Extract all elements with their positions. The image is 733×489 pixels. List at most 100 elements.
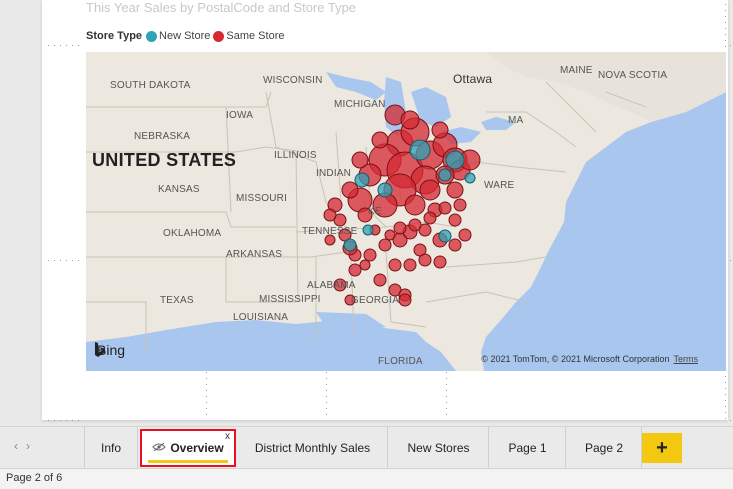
bing-icon bbox=[95, 342, 105, 357]
state-label: OKLAHOMA bbox=[163, 228, 222, 239]
new-store-bubble[interactable] bbox=[362, 224, 374, 236]
state-label: ALABAMA bbox=[307, 280, 356, 291]
tab-label: Page 2 bbox=[584, 441, 624, 455]
tab-new-stores[interactable]: New Stores bbox=[389, 427, 489, 469]
tab-label: New Stores bbox=[407, 441, 470, 455]
state-label: SOUTH DAKOTA bbox=[110, 80, 191, 91]
same-store-bubble[interactable] bbox=[404, 194, 426, 216]
state-label: MISSISSIPPI bbox=[259, 294, 321, 305]
state-label: ILLINOIS bbox=[274, 150, 317, 161]
page-indicator: Page 2 of 6 bbox=[6, 472, 63, 484]
state-label: KANSAS bbox=[158, 184, 200, 195]
next-page-arrow[interactable]: › bbox=[26, 439, 30, 453]
visual-title: This Year Sales by PostalCode and Store … bbox=[86, 0, 357, 15]
state-label: LOUISIANA bbox=[233, 312, 289, 323]
eye-slash-icon bbox=[152, 442, 167, 455]
same-store-bubble[interactable] bbox=[438, 201, 452, 215]
new-store-bubble[interactable] bbox=[354, 172, 370, 188]
legend-item-same-store[interactable]: Same Store bbox=[213, 30, 284, 42]
tab-label: Overview bbox=[170, 441, 224, 455]
bubble-map[interactable]: UNITED STATES SOUTH DAKOTA WISCONSIN MIC… bbox=[86, 52, 726, 371]
map-legend: Store Type New Store Same Store bbox=[86, 30, 287, 42]
same-store-bubble[interactable] bbox=[348, 263, 362, 277]
map-copyright: © 2021 TomTom, © 2021 Microsoft Corporat… bbox=[481, 354, 698, 364]
tab-label: District Monthly Sales bbox=[254, 441, 371, 455]
close-tab-icon[interactable]: x bbox=[225, 431, 230, 442]
state-label: WARE bbox=[484, 180, 515, 191]
state-label: NEBRASKA bbox=[134, 131, 191, 142]
same-store-bubble[interactable] bbox=[341, 181, 359, 199]
same-store-bubble[interactable] bbox=[446, 181, 464, 199]
same-store-bubble[interactable] bbox=[393, 221, 407, 235]
city-label: Ottawa bbox=[453, 72, 493, 86]
terms-link[interactable]: Terms bbox=[674, 354, 699, 364]
same-store-bubble[interactable] bbox=[418, 253, 432, 267]
same-store-bubble[interactable] bbox=[371, 131, 389, 149]
active-tab-underline bbox=[148, 460, 228, 463]
state-label: TEXAS bbox=[160, 295, 194, 306]
tab-label: Page 1 bbox=[508, 441, 547, 455]
state-label: TENNESSE bbox=[302, 226, 358, 237]
same-store-bubble[interactable] bbox=[448, 213, 462, 227]
add-page-button[interactable]: + bbox=[642, 433, 682, 463]
region-label: NOVA SCOTIA bbox=[598, 70, 668, 81]
state-label: MAINE bbox=[560, 65, 593, 76]
new-store-bubble[interactable] bbox=[409, 139, 431, 161]
tab-overview[interactable]: Overview x bbox=[140, 429, 236, 467]
same-store-bubble[interactable] bbox=[431, 121, 449, 139]
state-label: MICHIGAN bbox=[334, 99, 386, 110]
legend-marker bbox=[213, 30, 225, 42]
same-store-bubble[interactable] bbox=[400, 110, 420, 130]
same-store-bubble[interactable] bbox=[359, 259, 371, 271]
same-store-bubble[interactable] bbox=[373, 273, 387, 287]
new-store-bubble[interactable] bbox=[343, 238, 357, 252]
status-bar: Page 2 of 6 bbox=[0, 468, 733, 489]
prev-page-arrow[interactable]: ‹ bbox=[14, 439, 18, 453]
state-label: WISCONSIN bbox=[263, 75, 323, 86]
same-store-bubble[interactable] bbox=[448, 238, 462, 252]
legend-title: Store Type bbox=[86, 30, 143, 42]
state-label: ARKANSAS bbox=[226, 249, 283, 260]
same-store-bubble[interactable] bbox=[384, 229, 396, 241]
legend-label: New Store bbox=[159, 30, 211, 42]
same-store-bubble[interactable] bbox=[403, 258, 417, 272]
report-canvas: This Year Sales by PostalCode and Store … bbox=[0, 0, 733, 426]
new-store-bubble[interactable] bbox=[377, 182, 393, 198]
new-store-bubble[interactable] bbox=[438, 229, 452, 243]
same-store-bubble[interactable] bbox=[433, 255, 447, 269]
same-store-bubble[interactable] bbox=[453, 198, 467, 212]
country-label: UNITED STATES bbox=[92, 150, 237, 170]
same-store-bubble[interactable] bbox=[419, 179, 441, 201]
state-label: KE bbox=[368, 206, 382, 217]
legend-item-new-store[interactable]: New Store bbox=[146, 30, 210, 42]
tab-label: Info bbox=[100, 441, 121, 455]
same-store-bubble[interactable] bbox=[458, 228, 472, 242]
same-store-bubble[interactable] bbox=[351, 151, 369, 169]
state-label: INDIAN bbox=[316, 168, 352, 179]
tab-page-2[interactable]: Page 2 bbox=[567, 427, 642, 469]
same-store-bubble[interactable] bbox=[423, 211, 437, 225]
state-label: IOWA bbox=[226, 110, 254, 121]
same-store-bubble[interactable] bbox=[388, 258, 402, 272]
same-store-bubble[interactable] bbox=[363, 248, 377, 262]
tab-info[interactable]: Info bbox=[84, 427, 138, 469]
page-tab-bar: ‹ › Info Overview x District Monthly Sal… bbox=[0, 426, 733, 469]
same-store-bubble[interactable] bbox=[408, 218, 422, 232]
tab-district-monthly-sales[interactable]: District Monthly Sales bbox=[238, 427, 388, 469]
new-store-bubble[interactable] bbox=[464, 172, 476, 184]
state-label: MISSOURI bbox=[236, 193, 288, 204]
copyright-text: © 2021 TomTom, © 2021 Microsoft Corporat… bbox=[481, 354, 670, 364]
same-store-bubble[interactable] bbox=[378, 238, 392, 252]
same-store-bubble[interactable] bbox=[398, 293, 412, 307]
same-store-bubble[interactable] bbox=[323, 208, 337, 222]
map-background bbox=[86, 52, 726, 371]
bing-logo: Bing bbox=[94, 342, 125, 358]
state-label: GEORGIA bbox=[351, 295, 400, 306]
state-label: FLORIDA bbox=[378, 356, 423, 367]
state-label: MA bbox=[508, 115, 524, 126]
tab-page-1[interactable]: Page 1 bbox=[490, 427, 566, 469]
legend-marker bbox=[146, 30, 158, 42]
new-store-bubble[interactable] bbox=[438, 168, 452, 182]
new-store-bubble[interactable] bbox=[445, 150, 465, 170]
legend-label: Same Store bbox=[226, 30, 285, 42]
